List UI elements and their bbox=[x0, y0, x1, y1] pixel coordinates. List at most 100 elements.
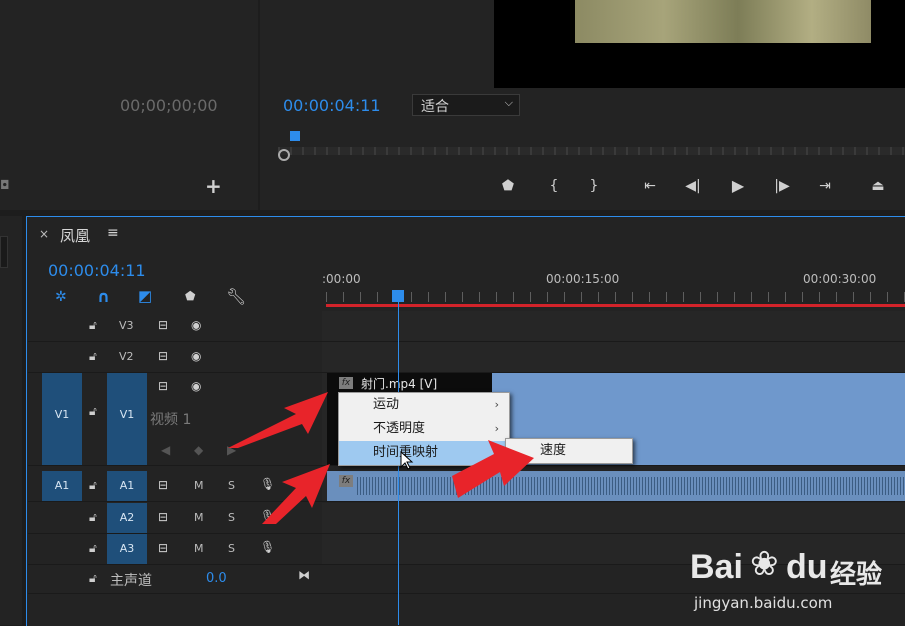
timeline-playhead-head[interactable] bbox=[392, 290, 404, 302]
solo-button[interactable]: S bbox=[228, 511, 235, 524]
lock-icon[interactable]: 🔓︎ bbox=[89, 478, 97, 493]
track-target-v1[interactable]: V1 bbox=[107, 373, 147, 465]
annotation-arrow-icon bbox=[452, 440, 534, 498]
source-timecode: 00;00;00;00 bbox=[120, 96, 218, 115]
lock-icon[interactable]: 🔓︎ bbox=[89, 571, 97, 586]
sync-lock-icon[interactable]: ⊟ bbox=[158, 318, 168, 332]
sync-lock-icon[interactable]: ⊟ bbox=[158, 349, 168, 363]
timeline-tab-name[interactable]: 凤凰 bbox=[60, 225, 90, 246]
camera-icon[interactable]: ◘ bbox=[0, 178, 14, 192]
tool-slot[interactable] bbox=[0, 236, 8, 268]
watermark-brand-right: du bbox=[786, 548, 828, 586]
zoom-handle[interactable] bbox=[278, 149, 290, 161]
lift-icon[interactable]: ⏏ bbox=[869, 177, 887, 195]
audio-clip[interactable]: fx bbox=[327, 471, 905, 501]
track-name: V3 bbox=[119, 319, 134, 332]
menu-item-motion[interactable]: 运动 › bbox=[339, 393, 509, 417]
add-icon[interactable]: + bbox=[205, 174, 222, 198]
track-target-a2[interactable]: A2 bbox=[107, 503, 147, 533]
master-volume-value[interactable]: 0.0 bbox=[206, 571, 227, 586]
watermark-brand-cn: 经验 bbox=[830, 560, 883, 590]
lock-icon[interactable]: 🔓︎ bbox=[89, 318, 97, 333]
sync-lock-icon[interactable]: ⊟ bbox=[158, 478, 168, 492]
ruler-ticks bbox=[326, 292, 905, 302]
close-tab-icon[interactable]: × bbox=[39, 227, 49, 241]
solo-button[interactable]: S bbox=[228, 479, 235, 492]
source-patch-a1[interactable]: A1 bbox=[42, 471, 82, 501]
go-to-out-icon[interactable]: ⇥ bbox=[816, 177, 834, 195]
marker-icon[interactable]: ⬟ bbox=[499, 177, 517, 195]
track-target-a3[interactable]: A3 bbox=[107, 534, 147, 564]
nest-sequence-icon[interactable]: ✲ bbox=[55, 289, 67, 305]
sync-lock-icon[interactable]: ⊟ bbox=[158, 379, 168, 393]
mute-button[interactable]: M bbox=[194, 542, 204, 555]
go-to-in-icon[interactable]: ⇤ bbox=[641, 177, 659, 195]
submenu-item-label: 速度 bbox=[540, 443, 567, 458]
step-back-icon[interactable]: ◀| bbox=[684, 177, 702, 195]
chevron-right-icon: › bbox=[494, 398, 499, 411]
track-header-v3: 🔓︎ V3 ⊟ ◉ bbox=[28, 311, 322, 342]
chevron-down-icon: ⌵ bbox=[504, 96, 513, 109]
ruler-label: 00:00:30:00 bbox=[803, 272, 877, 286]
mark-in-icon[interactable]: { bbox=[545, 177, 563, 195]
menu-item-label: 不透明度 bbox=[373, 421, 426, 436]
wrench-icon[interactable]: 🔧︎ bbox=[226, 287, 246, 306]
ruler-label: :00:00 bbox=[322, 272, 361, 286]
watermark-url: jingyan.baidu.com bbox=[694, 594, 833, 612]
hamburger-menu-icon[interactable]: ≡ bbox=[107, 225, 119, 241]
mute-button[interactable]: M bbox=[194, 511, 204, 524]
fit-select-value: 适合 bbox=[421, 99, 449, 115]
fx-badge[interactable]: fx bbox=[339, 475, 353, 487]
eye-icon[interactable]: ◉ bbox=[191, 318, 201, 332]
source-monitor-panel: 00;00;00;00 ◘ + bbox=[0, 0, 258, 210]
menu-item-label: 运动 bbox=[373, 397, 400, 412]
fx-badge[interactable]: fx bbox=[339, 377, 353, 389]
prev-keyframe-icon[interactable]: ◀ bbox=[161, 443, 170, 457]
eye-icon[interactable]: ◉ bbox=[191, 379, 201, 393]
lock-icon[interactable]: 🔓︎ bbox=[89, 510, 97, 525]
master-track-label: 主声道 bbox=[110, 573, 152, 589]
playhead-marker[interactable] bbox=[290, 131, 300, 141]
sync-lock-icon[interactable]: ⊟ bbox=[158, 510, 168, 524]
mark-out-icon[interactable]: } bbox=[585, 177, 603, 195]
source-patch-v1[interactable]: V1 bbox=[42, 373, 82, 465]
lane-a2[interactable] bbox=[322, 503, 905, 534]
add-keyframe-icon[interactable]: ◆ bbox=[194, 443, 203, 457]
track-header-a3: 🔓︎ A3 ⊟ M S 🎙︎ bbox=[28, 534, 322, 565]
track-name: V2 bbox=[119, 350, 134, 363]
paw-logo-icon: ❀ bbox=[750, 544, 779, 584]
tools-panel bbox=[0, 216, 22, 625]
track-header-v2: 🔓︎ V2 ⊟ ◉ bbox=[28, 342, 322, 373]
microphone-icon[interactable]: 🎙︎ bbox=[260, 540, 275, 554]
time-ruler[interactable]: :00:00 00:00:15:00 00:00:30:00 bbox=[322, 262, 905, 308]
play-icon[interactable]: ▶ bbox=[729, 177, 747, 195]
lane-v3[interactable] bbox=[322, 311, 905, 342]
master-meter-icon[interactable]: ⧓ bbox=[298, 568, 310, 582]
track-display-name: 视频 1 bbox=[150, 412, 192, 428]
clip-name: 射门.mp4 [V] bbox=[361, 377, 438, 391]
fit-select[interactable]: 适合 ⌵ bbox=[412, 94, 520, 116]
lock-icon[interactable]: 🔓︎ bbox=[89, 349, 97, 364]
step-forward-icon[interactable]: |▶ bbox=[773, 177, 791, 195]
program-video-frame bbox=[494, 0, 905, 88]
track-header-master: 🔓︎ 主声道 0.0 ⧓ bbox=[28, 565, 322, 594]
lock-icon[interactable]: 🔓︎ bbox=[89, 541, 97, 556]
baidu-watermark: Bai ❀ du 经验 jingyan.baidu.com bbox=[690, 544, 900, 624]
add-marker-icon[interactable]: ⬟ bbox=[185, 289, 195, 303]
solo-button[interactable]: S bbox=[228, 542, 235, 555]
lane-v2[interactable] bbox=[322, 342, 905, 373]
work-area-bar[interactable] bbox=[326, 304, 905, 307]
timeline-timecode[interactable]: 00:00:04:11 bbox=[48, 261, 146, 280]
track-target-a1[interactable]: A1 bbox=[107, 471, 147, 501]
mute-button[interactable]: M bbox=[194, 479, 204, 492]
program-scrub-bar[interactable] bbox=[278, 131, 905, 161]
program-monitor-panel: 00:00:04:11 适合 ⌵ ⬟ { } ⇤ ◀| ▶ |▶ ⇥ ⏏ bbox=[260, 0, 905, 210]
lock-icon[interactable]: 🔓︎ bbox=[89, 404, 97, 419]
audio-waveform bbox=[357, 477, 905, 495]
snap-icon[interactable]: ∩ bbox=[97, 287, 110, 306]
program-timecode[interactable]: 00:00:04:11 bbox=[283, 96, 381, 115]
sync-lock-icon[interactable]: ⊟ bbox=[158, 541, 168, 555]
video-preview-image bbox=[575, 0, 871, 43]
eye-icon[interactable]: ◉ bbox=[191, 349, 201, 363]
linked-selection-icon[interactable]: ◩ bbox=[138, 287, 152, 305]
